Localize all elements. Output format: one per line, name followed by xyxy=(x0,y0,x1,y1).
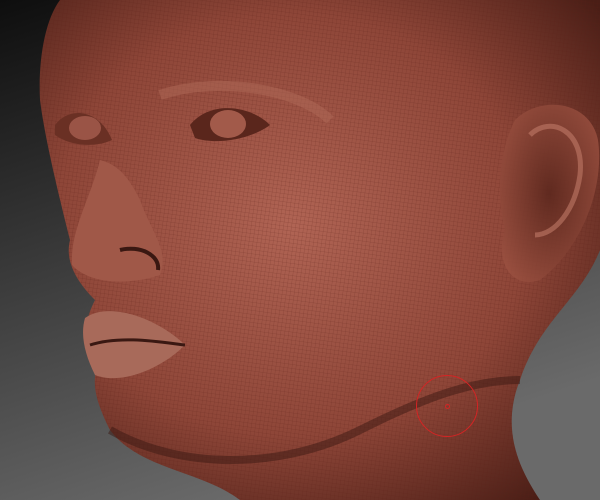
brush-center-dot xyxy=(445,404,450,409)
sculpt-viewport[interactable] xyxy=(0,0,600,500)
